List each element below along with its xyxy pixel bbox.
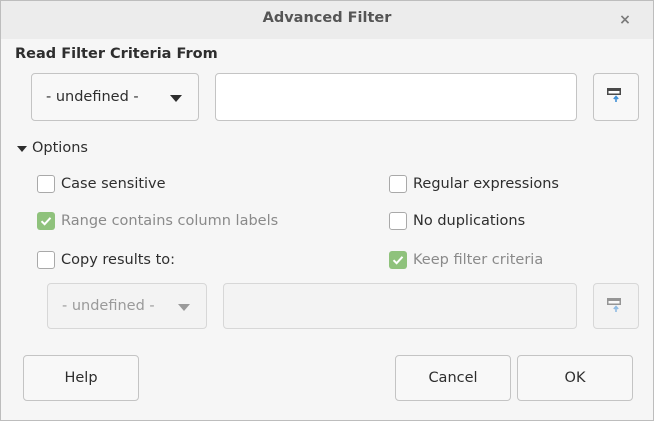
criteria-source-combo[interactable]: - undefined - <box>31 73 199 121</box>
window-title: Advanced Filter <box>262 10 392 26</box>
checkmark-icon <box>40 217 52 226</box>
checkbox-unchecked-icon <box>37 175 55 193</box>
copy-to-range-input[interactable] <box>223 283 577 329</box>
case-sensitive-label: Case sensitive <box>61 176 166 192</box>
chevron-down-icon <box>170 95 182 102</box>
copy-to-combo[interactable]: - undefined - <box>47 283 207 329</box>
shrink-range-icon <box>607 88 621 102</box>
keep-filter-criteria-label: Keep filter criteria <box>413 252 544 268</box>
criteria-shrink-button[interactable] <box>593 73 639 121</box>
regular-expressions-label: Regular expressions <box>413 176 559 192</box>
ok-button[interactable]: OK <box>517 355 633 401</box>
checkbox-unchecked-icon <box>389 175 407 193</box>
range-contains-labels-label: Range contains column labels <box>61 213 279 229</box>
advanced-filter-dialog: Advanced Filter × Read Filter Criteria F… <box>0 0 654 421</box>
shrink-range-icon <box>607 298 621 312</box>
criteria-source-value: - undefined - <box>46 89 139 105</box>
checkbox-checked-icon <box>37 212 55 230</box>
copy-to-combo-value: - undefined - <box>62 298 155 314</box>
checkbox-unchecked-icon <box>37 251 55 269</box>
criteria-range-input[interactable] <box>215 73 577 121</box>
no-duplications-label: No duplications <box>413 213 526 229</box>
copy-results-label: Copy results to: <box>61 252 176 268</box>
copy-to-shrink-button[interactable] <box>593 283 639 329</box>
options-expander-label: Options <box>32 140 88 156</box>
checkbox-unchecked-icon <box>389 212 407 230</box>
chevron-down-icon <box>178 304 190 311</box>
cancel-button[interactable]: Cancel <box>395 355 511 401</box>
checkbox-checked-icon <box>389 251 407 269</box>
expanded-triangle-icon <box>17 146 27 152</box>
checkmark-icon <box>392 256 404 265</box>
read-criteria-heading: Read Filter Criteria From <box>15 46 218 62</box>
help-button[interactable]: Help <box>23 355 139 401</box>
title-bar[interactable]: Advanced Filter × <box>1 1 653 39</box>
close-icon: × <box>619 12 631 28</box>
close-button[interactable]: × <box>615 10 635 30</box>
